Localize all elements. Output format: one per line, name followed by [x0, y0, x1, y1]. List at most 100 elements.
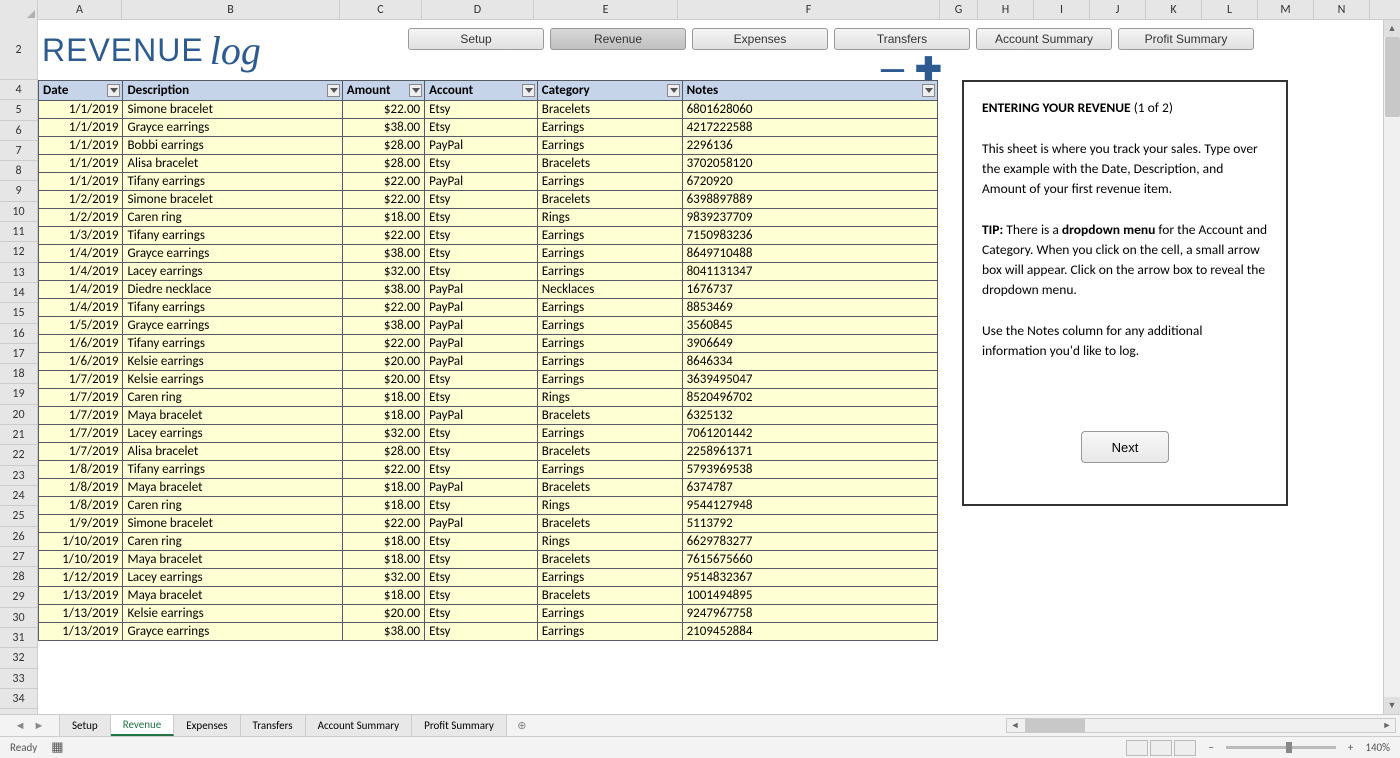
cell[interactable]: $22.00: [342, 191, 424, 209]
cell[interactable]: 1/1/2019: [39, 173, 123, 191]
cell[interactable]: 1/7/2019: [39, 443, 123, 461]
cell[interactable]: PayPal: [425, 479, 538, 497]
sheet-tab-setup[interactable]: Setup: [60, 715, 111, 736]
cell[interactable]: Tifany earrings: [123, 173, 342, 191]
cell[interactable]: 6398897889: [682, 191, 937, 209]
cell[interactable]: 3639495047: [682, 371, 937, 389]
row-header-20[interactable]: 20: [0, 405, 37, 425]
cell[interactable]: $22.00: [342, 515, 424, 533]
row-header-29[interactable]: 29: [0, 587, 37, 607]
col-header-C[interactable]: C: [340, 0, 422, 19]
cell[interactable]: Etsy: [425, 569, 538, 587]
row-header-8[interactable]: 8: [0, 161, 37, 181]
th-amount[interactable]: Amount: [342, 81, 424, 101]
sheet-tab-account-summary[interactable]: Account Summary: [306, 715, 413, 736]
col-header-E[interactable]: E: [534, 0, 678, 19]
hscroll-left-icon[interactable]: ◄: [1007, 719, 1023, 732]
filter-icon[interactable]: [922, 84, 935, 97]
cell[interactable]: PayPal: [425, 137, 538, 155]
cell[interactable]: $38.00: [342, 281, 424, 299]
nav-revenue[interactable]: Revenue: [550, 28, 686, 50]
cell[interactable]: 1/6/2019: [39, 335, 123, 353]
filter-icon[interactable]: [667, 84, 680, 97]
cell[interactable]: $38.00: [342, 317, 424, 335]
cell[interactable]: PayPal: [425, 515, 538, 533]
col-header-M[interactable]: M: [1258, 0, 1314, 19]
cell[interactable]: Rings: [537, 209, 682, 227]
row-header-28[interactable]: 28: [0, 567, 37, 587]
cell[interactable]: 2258961371: [682, 443, 937, 461]
cell[interactable]: Etsy: [425, 587, 538, 605]
cell[interactable]: Simone bracelet: [123, 191, 342, 209]
cell[interactable]: Bracelets: [537, 191, 682, 209]
cell[interactable]: PayPal: [425, 281, 538, 299]
cell[interactable]: Diedre necklace: [123, 281, 342, 299]
cell[interactable]: Bracelets: [537, 407, 682, 425]
row-header-21[interactable]: 21: [0, 425, 37, 445]
cell[interactable]: 8853469: [682, 299, 937, 317]
col-header-N[interactable]: N: [1314, 0, 1370, 19]
cell[interactable]: 1/12/2019: [39, 569, 123, 587]
cell[interactable]: 1/10/2019: [39, 551, 123, 569]
nav-transfers[interactable]: Transfers: [834, 28, 970, 50]
tab-next-icon[interactable]: ►: [34, 719, 45, 732]
scroll-thumb[interactable]: [1385, 37, 1400, 117]
cell[interactable]: Caren ring: [123, 389, 342, 407]
zoom-in-icon[interactable]: +: [1348, 741, 1353, 754]
cell[interactable]: 3702058120: [682, 155, 937, 173]
row-header-27[interactable]: 27: [0, 547, 37, 567]
cell[interactable]: Lacey earrings: [123, 263, 342, 281]
cell[interactable]: $28.00: [342, 155, 424, 173]
cell[interactable]: $38.00: [342, 623, 424, 641]
row-header-23[interactable]: 23: [0, 466, 37, 486]
cell[interactable]: 1/1/2019: [39, 137, 123, 155]
cell[interactable]: $20.00: [342, 605, 424, 623]
cell[interactable]: $18.00: [342, 389, 424, 407]
cell[interactable]: Earrings: [537, 335, 682, 353]
tab-nav-arrows[interactable]: ◄ ►: [0, 715, 60, 736]
cell[interactable]: 9514832367: [682, 569, 937, 587]
cell[interactable]: $22.00: [342, 299, 424, 317]
cell[interactable]: 8520496702: [682, 389, 937, 407]
cell[interactable]: Maya bracelet: [123, 407, 342, 425]
cell[interactable]: Rings: [537, 533, 682, 551]
cell[interactable]: 6629783277: [682, 533, 937, 551]
cell[interactable]: Etsy: [425, 209, 538, 227]
cell[interactable]: PayPal: [425, 299, 538, 317]
cell[interactable]: 9839237709: [682, 209, 937, 227]
cell[interactable]: Alisa bracelet: [123, 443, 342, 461]
vertical-scrollbar[interactable]: ▲ ▼: [1383, 20, 1400, 714]
col-header-H[interactable]: H: [978, 0, 1034, 19]
next-button[interactable]: Next: [1081, 431, 1169, 463]
col-header-G[interactable]: G: [940, 0, 978, 19]
cell[interactable]: 1/4/2019: [39, 299, 123, 317]
row-header-18[interactable]: 18: [0, 364, 37, 384]
cell[interactable]: 3906649: [682, 335, 937, 353]
cell[interactable]: Earrings: [537, 371, 682, 389]
cell[interactable]: $38.00: [342, 245, 424, 263]
col-header-A[interactable]: A: [38, 0, 122, 19]
th-date[interactable]: Date: [39, 81, 123, 101]
cell[interactable]: 6374787: [682, 479, 937, 497]
row-header-24[interactable]: 24: [0, 486, 37, 506]
nav-expenses[interactable]: Expenses: [692, 28, 828, 50]
cell[interactable]: Etsy: [425, 119, 538, 137]
cell[interactable]: Earrings: [537, 263, 682, 281]
nav-account-summary[interactable]: Account Summary: [976, 28, 1112, 50]
cell[interactable]: 1/1/2019: [39, 101, 123, 119]
cell[interactable]: Rings: [537, 389, 682, 407]
tab-prev-icon[interactable]: ◄: [15, 719, 26, 732]
cell[interactable]: Etsy: [425, 155, 538, 173]
cell[interactable]: Etsy: [425, 443, 538, 461]
cell[interactable]: 1/9/2019: [39, 515, 123, 533]
sheet-tab-expenses[interactable]: Expenses: [174, 715, 240, 736]
cell[interactable]: Tifany earrings: [123, 335, 342, 353]
worksheet-content[interactable]: REVENUE log SetupRevenueExpensesTransfer…: [38, 20, 1383, 714]
cell[interactable]: 5113792: [682, 515, 937, 533]
cell[interactable]: Necklaces: [537, 281, 682, 299]
cell[interactable]: Bracelets: [537, 443, 682, 461]
cell[interactable]: Caren ring: [123, 533, 342, 551]
cell[interactable]: Etsy: [425, 245, 538, 263]
hscroll-thumb[interactable]: [1025, 719, 1085, 732]
cell[interactable]: 9544127948: [682, 497, 937, 515]
